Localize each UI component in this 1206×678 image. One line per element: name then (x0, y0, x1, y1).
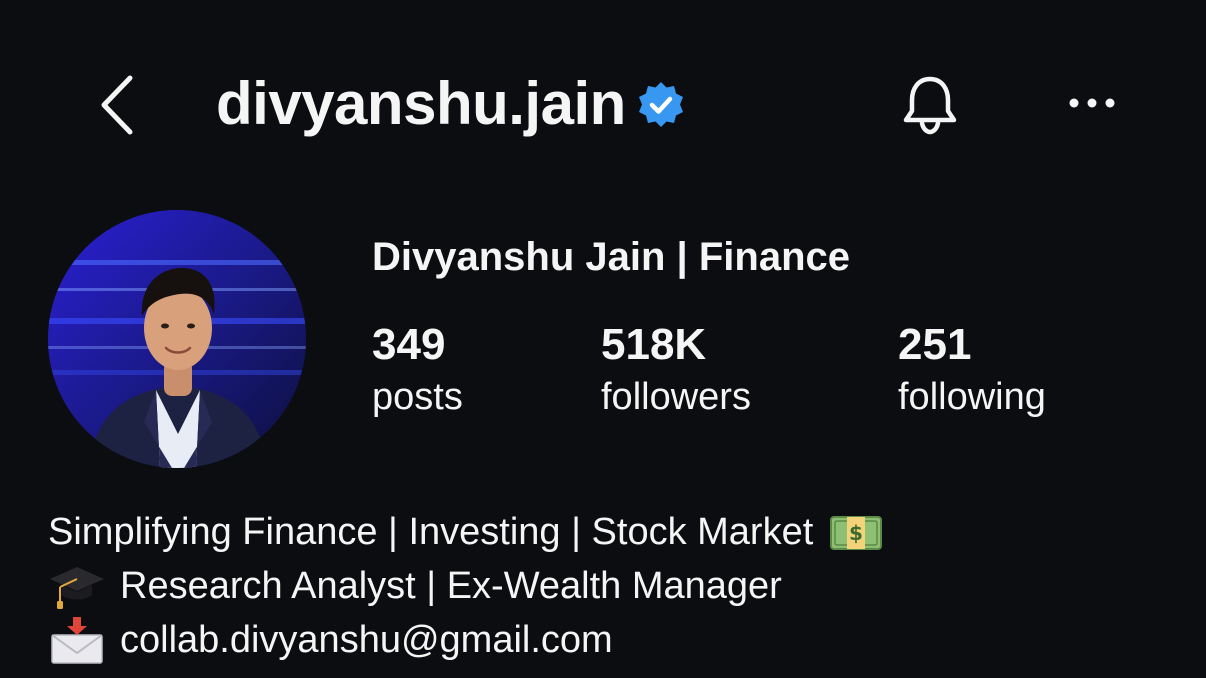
followers-count: 518K (601, 320, 707, 369)
incoming-envelope-icon (51, 617, 103, 664)
bio-profession: Research Analyst | Ex-Wealth Manager (120, 565, 782, 607)
profile-username: divyanshu.jain (216, 70, 626, 137)
svg-text:$: $ (849, 521, 863, 545)
following-label: following (898, 376, 1046, 418)
bell-icon (903, 76, 957, 135)
following-stat[interactable]: 251 following (898, 318, 1046, 422)
posts-stat[interactable]: 349 posts (372, 318, 463, 422)
notifications-button[interactable] (895, 70, 965, 140)
money-bill-icon: $ (830, 516, 883, 550)
more-options-button[interactable] (1060, 80, 1124, 126)
bio-tagline: Simplifying Finance | Investing | Stock … (48, 511, 814, 553)
more-horizontal-icon (1069, 98, 1115, 108)
graduation-cap-icon (50, 567, 104, 609)
posts-count: 349 (372, 320, 446, 369)
posts-label: posts (372, 376, 463, 418)
bio-line: Simplifying Finance | Investing | Stock … (48, 505, 1168, 559)
bio-line: collab.divyanshu@gmail.com (48, 613, 1168, 667)
chevron-left-icon (101, 75, 133, 135)
back-button[interactable] (88, 70, 144, 140)
followers-stat[interactable]: 518K followers (601, 318, 751, 422)
bio-line: Research Analyst | Ex-Wealth Manager (48, 559, 1168, 613)
following-count: 251 (898, 320, 972, 369)
profile-bio: Simplifying Finance | Investing | Stock … (48, 505, 1168, 667)
followers-label: followers (601, 376, 751, 418)
profile-display-name: Divyanshu Jain | Finance (372, 235, 851, 279)
profile-avatar[interactable] (48, 210, 306, 468)
verified-badge-icon (639, 82, 683, 127)
contact-email-link[interactable]: collab.divyanshu@gmail.com (120, 613, 613, 667)
avatar-image (48, 210, 306, 468)
profile-page: divyanshu.jain Divyanshu Jain | Finance … (0, 0, 1206, 678)
